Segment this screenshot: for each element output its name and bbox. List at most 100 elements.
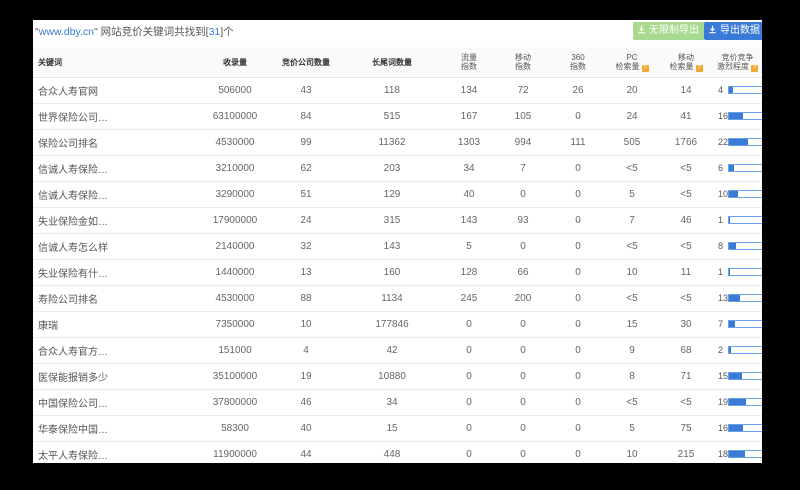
keyword-cell[interactable]: 合众人寿官网 — [33, 77, 199, 104]
help-icon[interactable]: ? — [695, 64, 703, 72]
flow-index-cell: 0 — [443, 389, 495, 416]
index-cell: 2140000 — [199, 233, 271, 260]
table-row: 寿险公司排名 4530000 88 1134 245 200 0 <5 <5 13 — [33, 285, 762, 312]
mobile-index-cell: 200 — [495, 285, 551, 312]
competition-bar — [728, 450, 762, 459]
export-data-button[interactable]: 导出数据 — [704, 22, 762, 40]
keyword-cell[interactable]: 康瑞 — [33, 311, 199, 338]
keyword-cell[interactable]: 信诚人寿保险… — [33, 181, 199, 208]
keyword-cell[interactable]: 华泰保险中国… — [33, 415, 199, 442]
competition-cell: 1 — [713, 259, 762, 286]
col-longtail[interactable]: 长尾词数量 — [341, 47, 443, 78]
index-360-cell: 111 — [551, 129, 605, 156]
flow-index-cell: 128 — [443, 259, 495, 286]
companies-cell: 19 — [271, 363, 341, 390]
keyword-cell[interactable]: 中国保险公司… — [33, 389, 199, 416]
index-360-cell: 0 — [551, 207, 605, 234]
col-mobile-search[interactable]: 移动 检索量? — [659, 47, 713, 78]
flow-index-cell: 143 — [443, 207, 495, 234]
competition-bar — [728, 268, 762, 277]
competition-value: 7 — [718, 319, 724, 329]
table-row: 保险公司排名 4530000 99 11362 1303 994 111 505 1766 22 — [33, 129, 762, 156]
pc-search-cell: <5 — [605, 285, 659, 312]
col-360[interactable]: 360 指数 — [551, 47, 605, 78]
flow-index-cell: 0 — [443, 363, 495, 390]
keyword-cell[interactable]: 太平人寿保险… — [33, 441, 199, 463]
index-cell: 17900000 — [199, 207, 271, 234]
pc-search-cell: <5 — [605, 389, 659, 416]
export-data-label: 导出数据 — [720, 25, 760, 36]
keyword-cell[interactable]: 寿险公司排名 — [33, 285, 199, 312]
col-mobile[interactable]: 移动 指数 — [495, 47, 551, 78]
keyword-cell[interactable]: 失业保险有什… — [33, 259, 199, 286]
competition-bar-fill — [729, 347, 731, 354]
competition-cell: 10 — [713, 181, 762, 208]
help-icon[interactable]: ? — [751, 64, 758, 72]
table-row: 信诚人寿保险… 3290000 51 129 40 0 0 5 <5 10 — [33, 181, 762, 208]
col-pc-search[interactable]: PC 检索量? — [605, 47, 659, 78]
competition-value: 8 — [718, 241, 724, 251]
longtail-cell: 15 — [341, 415, 443, 442]
table-row: 信诚人寿保险… 3210000 62 203 34 7 0 <5 <5 6 — [33, 155, 762, 182]
competition-bar — [728, 346, 762, 355]
site-link[interactable]: www.dby.cn — [39, 26, 94, 38]
mobile-index-cell: 72 — [495, 77, 551, 104]
flow-index-cell: 0 — [443, 415, 495, 442]
mobile-search-cell: 30 — [659, 311, 713, 338]
mobile-index-cell: 0 — [495, 181, 551, 208]
download-icon — [709, 25, 716, 34]
keyword-cell[interactable]: 世界保险公司… — [33, 103, 199, 130]
competition-value: 1 — [718, 215, 724, 225]
pc-search-cell: 15 — [605, 311, 659, 338]
competition-bar — [728, 112, 762, 121]
competition-cell: 18 — [713, 441, 762, 463]
pc-search-cell: 24 — [605, 103, 659, 130]
keyword-cell[interactable]: 保险公司排名 — [33, 129, 199, 156]
col-competition[interactable]: 竞价竞争 激烈程度? — [713, 47, 762, 78]
keyword-cell[interactable]: 信诚人寿保险… — [33, 155, 199, 182]
unlimited-export-button[interactable]: 无限制导出 — [633, 22, 705, 40]
index-cell: 506000 — [199, 77, 271, 104]
index-cell: 11900000 — [199, 441, 271, 463]
help-icon[interactable]: ? — [641, 64, 649, 72]
col-flow[interactable]: 流量 指数 — [443, 47, 495, 78]
companies-cell: 43 — [271, 77, 341, 104]
flow-index-cell: 5 — [443, 233, 495, 260]
competition-bar-fill — [729, 87, 733, 94]
longtail-cell: 203 — [341, 155, 443, 182]
competition-bar — [728, 86, 762, 95]
competition-bar — [728, 398, 762, 407]
competition-value: 22 — [718, 137, 729, 147]
index-cell: 3210000 — [199, 155, 271, 182]
col-index[interactable]: 收录量 — [199, 47, 271, 78]
table-row: 太平人寿保险… 11900000 44 448 0 0 0 10 215 18 — [33, 441, 762, 463]
competition-cell: 13 — [713, 285, 762, 312]
keyword-cell[interactable]: 合众人寿官方… — [33, 337, 199, 364]
competition-value: 13 — [718, 293, 729, 303]
keyword-cell[interactable]: 信诚人寿怎么样 — [33, 233, 199, 260]
flow-index-cell: 167 — [443, 103, 495, 130]
competition-bar-fill — [729, 217, 730, 224]
competition-bar — [728, 164, 762, 173]
index-cell: 63100000 — [199, 103, 271, 130]
index-360-cell: 0 — [551, 337, 605, 364]
companies-cell: 62 — [271, 155, 341, 182]
competition-value: 19 — [718, 397, 729, 407]
competition-cell: 16 — [713, 415, 762, 442]
keyword-cell[interactable]: 失业保险金如… — [33, 207, 199, 234]
table-row: 中国保险公司… 37800000 46 34 0 0 0 <5 <5 19 — [33, 389, 762, 416]
longtail-cell: 160 — [341, 259, 443, 286]
companies-cell: 4 — [271, 337, 341, 364]
col-companies[interactable]: 竞价公司数量 — [271, 47, 341, 78]
unlimited-export-label: 无限制导出 — [649, 25, 699, 36]
keyword-cell[interactable]: 医保能报销多少 — [33, 363, 199, 390]
col-keyword[interactable]: 关键词 — [33, 47, 199, 78]
pc-search-cell: 10 — [605, 259, 659, 286]
competition-bar-fill — [729, 321, 736, 328]
index-360-cell: 0 — [551, 415, 605, 442]
mobile-index-cell: 994 — [495, 129, 551, 156]
pc-search-cell: 7 — [605, 207, 659, 234]
mobile-search-cell: <5 — [659, 389, 713, 416]
table-row: 失业保险金如… 17900000 24 315 143 93 0 7 46 1 — [33, 207, 762, 234]
index-cell: 4530000 — [199, 129, 271, 156]
